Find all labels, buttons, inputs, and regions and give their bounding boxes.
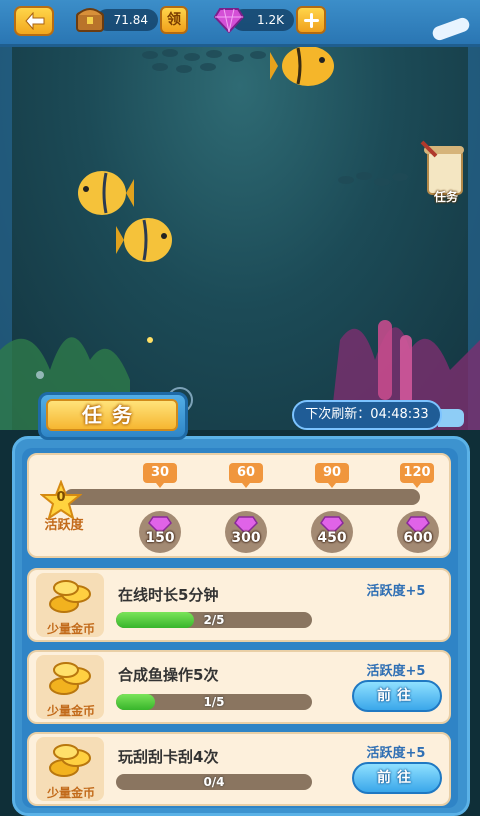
task-reward: 活跃度+5 (366, 584, 426, 599)
add-gems-button[interactable] (296, 6, 326, 34)
activity-current-value: 0 (56, 490, 66, 505)
task-title: 玩刮刮卡刮4次 (118, 748, 219, 766)
milestone-120: 120 (400, 463, 434, 488)
back-button[interactable] (14, 6, 54, 36)
panel-title: 任务 (46, 399, 178, 431)
refresh-decoration (438, 409, 464, 427)
go-button[interactable]: 前往 (352, 762, 442, 794)
gem-icon (214, 8, 244, 33)
task-title: 在线时长5分钟 (118, 586, 219, 604)
milestone-90: 90 (315, 463, 349, 488)
coins-value: 71.84 (113, 13, 148, 27)
milestone-30: 30 (143, 463, 177, 488)
task-icon-label: 少量金币 (46, 704, 95, 718)
task-scroll-label[interactable]: 任务 (424, 188, 468, 205)
gems-value: 1.2K (257, 13, 284, 27)
task-reward: 活跃度+5 (366, 664, 426, 679)
gold-coins-icon (49, 744, 91, 777)
gold-coins-icon (49, 662, 91, 695)
reward-value: 600 (403, 530, 433, 546)
claim-button[interactable]: 领 (160, 6, 188, 34)
activity-label: 活跃度 (44, 518, 84, 533)
fish-orange-top (270, 46, 334, 86)
go-button[interactable]: 前往 (352, 680, 442, 712)
milestone-60: 60 (229, 463, 263, 488)
gold-coins-icon (49, 580, 91, 613)
refresh-timer: 下次刷新：04:48:33 (292, 400, 442, 430)
task-reward: 活跃度+5 (366, 746, 426, 761)
fish-school-shadow-right (338, 172, 408, 186)
task-title: 合成鱼操作5次 (118, 666, 219, 684)
reward-value: 450 (317, 530, 347, 546)
reward-value: 300 (231, 530, 261, 546)
fish-yellow-middle (116, 218, 172, 262)
treasure-chest-icon (76, 8, 104, 32)
activity-progress-track (64, 489, 420, 505)
task-icon-label: 少量金币 (46, 786, 95, 800)
task-progress-text: 1/5 (203, 695, 225, 709)
task-progress-text: 0/4 (203, 775, 225, 789)
arrow-left-icon (25, 12, 45, 30)
fish-school-shadow (142, 49, 266, 73)
task-icon-label: 少量金币 (46, 622, 95, 636)
reward-value: 150 (145, 530, 175, 546)
task-progress-text: 2/5 (203, 613, 225, 627)
